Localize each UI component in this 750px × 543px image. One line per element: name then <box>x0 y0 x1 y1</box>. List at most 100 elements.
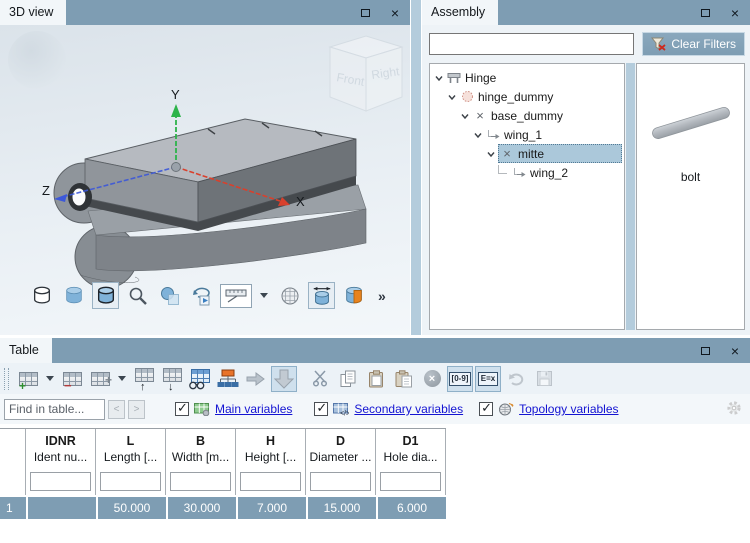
table-row[interactable]: 1 50.000 30.000 7.000 15.000 6.000 <box>0 497 446 519</box>
import-button[interactable] <box>243 366 269 392</box>
formula-display-toggle[interactable]: E=x <box>475 366 501 392</box>
column-filter-input[interactable] <box>170 472 231 491</box>
dropdown-caret-icon[interactable] <box>46 376 54 381</box>
chevron-down-icon[interactable] <box>471 130 485 140</box>
cell-b[interactable]: 30.000 <box>166 497 236 519</box>
column-filter-input[interactable] <box>310 472 371 491</box>
topology-variables-checkbox[interactable] <box>479 402 493 416</box>
move-row-up-button[interactable]: ↑ <box>131 366 157 392</box>
mesh-sphere-icon <box>279 285 301 307</box>
topology-variables-link[interactable]: Topology variables <box>519 402 618 416</box>
transparency-button[interactable] <box>156 282 183 309</box>
cell-l[interactable]: 50.000 <box>96 497 166 519</box>
clear-filters-button[interactable]: Clear Filters <box>642 32 745 56</box>
tree-item-wing-2[interactable]: wing_2 <box>430 163 624 182</box>
numeric-format-toggle[interactable]: [0-9] <box>447 366 473 392</box>
insert-column-button[interactable]: + <box>87 366 113 392</box>
toolbar-overflow-button[interactable]: » <box>378 288 386 304</box>
row-number[interactable]: 1 <box>0 497 26 519</box>
find-variables-button[interactable] <box>187 366 213 392</box>
find-previous-button[interactable]: < <box>108 400 125 419</box>
maximize-button[interactable] <box>690 338 720 363</box>
tree-item-hinge-dummy[interactable]: hinge_dummy <box>430 87 624 106</box>
3d-viewport[interactable]: Front Right <box>0 25 410 335</box>
column-idnr[interactable]: IDNR Ident nu... <box>26 429 96 495</box>
view-options-dropdown[interactable] <box>220 284 252 308</box>
tab-table[interactable]: Table <box>0 338 52 363</box>
export-button[interactable] <box>271 366 297 392</box>
paste-special-button[interactable] <box>391 366 417 392</box>
wireframe-view-button[interactable] <box>28 282 55 309</box>
cell-d[interactable]: 15.000 <box>306 497 376 519</box>
clear-filters-label: Clear Filters <box>671 37 736 51</box>
dropdown-caret-icon[interactable] <box>260 293 268 298</box>
table-toolbar: + − + ↑ ↓ × [0-9] E=x <box>0 363 750 394</box>
chevron-down-icon[interactable] <box>484 149 498 159</box>
right-arrow-icon <box>246 371 266 387</box>
column-filter-input[interactable] <box>30 472 91 491</box>
find-next-button[interactable]: > <box>128 400 145 419</box>
chevron-down-icon[interactable] <box>432 73 446 83</box>
hierarchy-button[interactable] <box>215 366 241 392</box>
maximize-icon <box>701 9 710 17</box>
chevron-down-icon[interactable] <box>458 111 472 121</box>
tab-3d-view[interactable]: 3D view <box>0 0 66 25</box>
column-filter-input[interactable] <box>380 472 441 491</box>
rotate-animation-button[interactable] <box>188 282 215 309</box>
secondary-variables-checkbox[interactable] <box>314 402 328 416</box>
dropdown-caret-icon[interactable] <box>118 376 126 381</box>
section-view-button[interactable] <box>340 282 367 309</box>
close-button[interactable]: × <box>720 338 750 363</box>
column-filter-input[interactable] <box>100 472 161 491</box>
main-variables-group: Main variables <box>175 402 292 416</box>
move-row-down-button[interactable]: ↓ <box>159 366 185 392</box>
vertical-splitter[interactable] <box>410 0 422 335</box>
gear-icon <box>726 400 742 416</box>
cell-h[interactable]: 7.000 <box>236 497 306 519</box>
tree-item-wing-1[interactable]: wing_1 <box>430 125 624 144</box>
table-settings-button[interactable] <box>726 400 742 419</box>
main-variables-checkbox[interactable] <box>175 402 189 416</box>
main-variables-link[interactable]: Main variables <box>215 402 292 416</box>
shaded-edges-view-button[interactable] <box>92 282 119 309</box>
copy-button[interactable] <box>335 366 361 392</box>
tree-item-mitte[interactable]: × mitte <box>430 144 624 163</box>
assembly-filter-input[interactable] <box>429 33 634 55</box>
column-l[interactable]: L Length [... <box>96 429 166 495</box>
maximize-button[interactable] <box>350 0 380 25</box>
column-description: Height [... <box>236 450 305 469</box>
tree-item-hinge[interactable]: Hinge <box>430 68 624 87</box>
paste-button[interactable] <box>363 366 389 392</box>
secondary-variables-link[interactable]: Secondary variables <box>354 402 463 416</box>
delete-button[interactable]: × <box>419 366 445 392</box>
chevron-down-icon[interactable] <box>445 92 459 102</box>
zoom-fit-button[interactable] <box>124 282 151 309</box>
assembly-inner-splitter[interactable] <box>626 63 635 330</box>
cell-d1[interactable]: 6.000 <box>376 497 446 519</box>
mesh-view-button[interactable] <box>276 282 303 309</box>
dimensions-view-button[interactable] <box>308 282 335 309</box>
remove-row-button[interactable]: − <box>59 366 85 392</box>
cut-button[interactable] <box>307 366 333 392</box>
close-button[interactable]: × <box>720 0 750 25</box>
shaded-view-button[interactable] <box>60 282 87 309</box>
column-code: B <box>166 429 235 450</box>
column-b[interactable]: B Width [m... <box>166 429 236 495</box>
part-preview-panel[interactable]: bolt <box>636 63 745 330</box>
cylinder-section-icon <box>343 285 365 307</box>
close-button[interactable]: × <box>380 0 410 25</box>
axis-y-label: Y <box>171 87 180 102</box>
tree-item-base-dummy[interactable]: × base_dummy <box>430 106 624 125</box>
column-h[interactable]: H Height [... <box>236 429 306 495</box>
maximize-button[interactable] <box>690 0 720 25</box>
find-in-table-input[interactable] <box>4 399 105 420</box>
tab-assembly[interactable]: Assembly <box>422 0 498 25</box>
column-d1[interactable]: D1 Hole dia... <box>376 429 446 495</box>
toolbar-grip[interactable] <box>4 368 9 390</box>
column-filter-input[interactable] <box>240 472 301 491</box>
column-d[interactable]: D Diameter ... <box>306 429 376 495</box>
cell-idnr[interactable] <box>26 497 96 519</box>
refresh-button[interactable] <box>503 366 529 392</box>
add-row-button[interactable]: + <box>15 366 41 392</box>
save-button[interactable] <box>531 366 557 392</box>
